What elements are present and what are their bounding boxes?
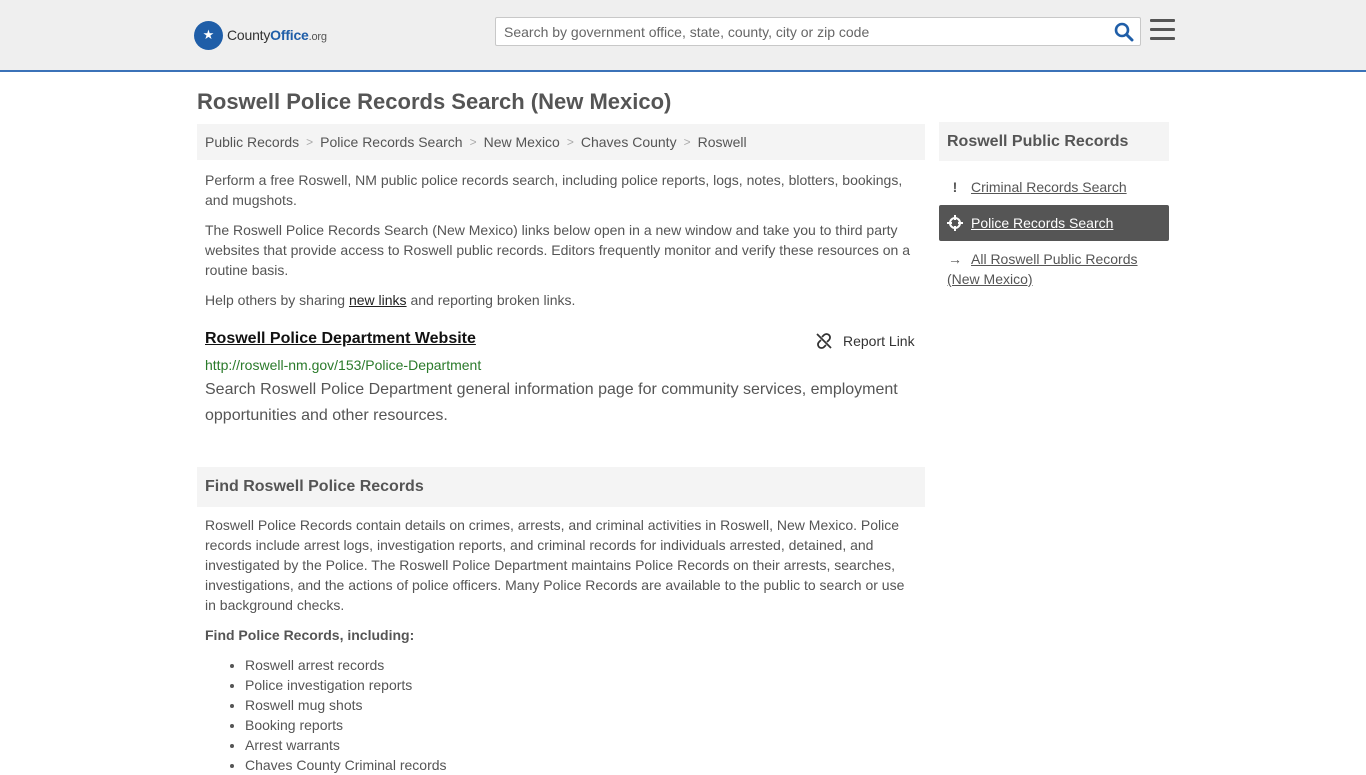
hamburger-menu-icon[interactable] <box>1150 19 1175 41</box>
breadcrumb: Public Records > Police Records Search >… <box>197 124 925 160</box>
search-icon[interactable] <box>1114 22 1134 42</box>
result-url: http://roswell-nm.gov/153/Police-Departm… <box>205 357 482 373</box>
find-section-body: Roswell Police Records contain details o… <box>205 517 905 613</box>
breadcrumb-public-records[interactable]: Public Records <box>205 134 299 150</box>
search-box <box>495 17 1141 46</box>
list-item: Booking reports <box>245 715 447 735</box>
result-title-link[interactable]: Roswell Police Department Website <box>205 330 476 348</box>
list-item: Roswell mug shots <box>245 695 447 715</box>
sidebar-item-criminal-records[interactable]: ! Criminal Records Search <box>939 177 1169 197</box>
eagle-seal-icon: ★ <box>194 20 223 50</box>
logo-text: CountyOffice.org <box>227 27 327 43</box>
crosshair-icon <box>947 215 963 231</box>
find-subheading: Find Police Records, including: <box>205 627 415 643</box>
list-item: Roswell arrest records <box>245 655 447 675</box>
sidebar-heading: Roswell Public Records <box>939 122 1169 161</box>
share-paragraph: Help others by sharing new links and rep… <box>205 292 576 308</box>
exclamation-icon: ! <box>952 179 958 195</box>
arrow-right-icon: → <box>948 251 962 267</box>
site-header: ★ CountyOffice.org <box>0 0 1366 72</box>
report-link-button[interactable]: Report Link <box>815 332 915 350</box>
intro-paragraph: Perform a free Roswell, NM public police… <box>205 172 903 208</box>
search-input[interactable] <box>496 18 1096 45</box>
breadcrumb-separator-icon: > <box>566 135 574 149</box>
broken-link-icon <box>816 333 832 349</box>
site-logo[interactable]: ★ CountyOffice.org <box>194 20 327 50</box>
breadcrumb-roswell[interactable]: Roswell <box>698 134 747 150</box>
breadcrumb-new-mexico[interactable]: New Mexico <box>484 134 560 150</box>
breadcrumb-separator-icon: > <box>683 135 691 149</box>
disclaimer-paragraph: The Roswell Police Records Search (New M… <box>205 222 911 278</box>
sidebar-item-police-records[interactable]: Police Records Search <box>939 205 1169 241</box>
records-list: Roswell arrest records Police investigat… <box>245 655 447 775</box>
sidebar-item-all-public-records[interactable]: → All Roswell Public Records (New Mexico) <box>939 249 1169 289</box>
breadcrumb-chaves-county[interactable]: Chaves County <box>581 134 677 150</box>
find-section-heading: Find Roswell Police Records <box>197 467 925 507</box>
new-links-link[interactable]: new links <box>349 292 407 308</box>
breadcrumb-separator-icon: > <box>469 135 477 149</box>
breadcrumb-separator-icon: > <box>306 135 314 149</box>
list-item: Chaves County Criminal records <box>245 755 447 775</box>
list-item: Police investigation reports <box>245 675 447 695</box>
breadcrumb-police-records-search[interactable]: Police Records Search <box>320 134 462 150</box>
list-item: Arrest warrants <box>245 735 447 755</box>
result-description: Search Roswell Police Department general… <box>205 381 898 424</box>
page-title: Roswell Police Records Search (New Mexic… <box>197 89 672 114</box>
